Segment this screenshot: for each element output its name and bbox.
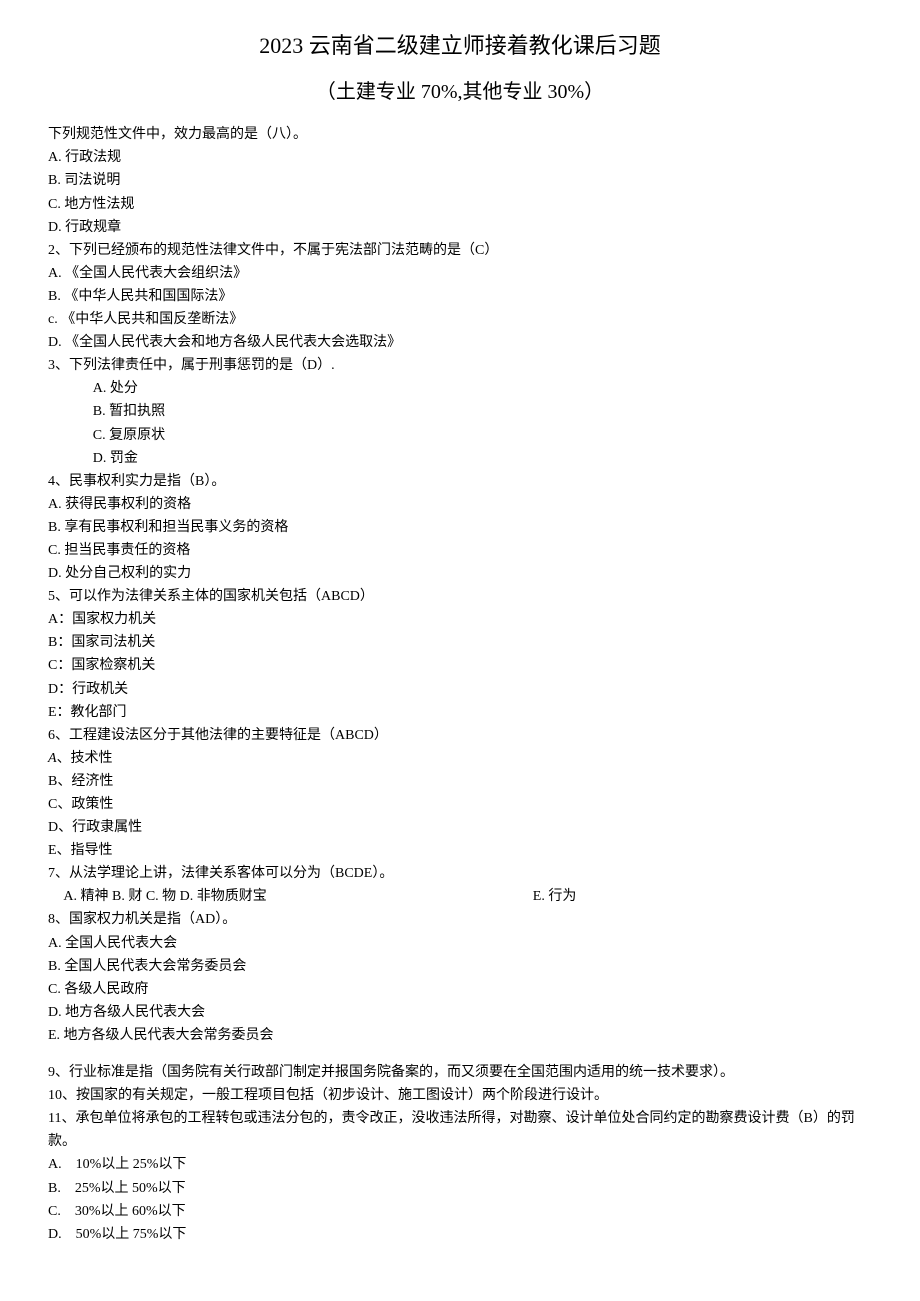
q6-option-d: D、行政隶属性 [48, 816, 872, 839]
q5-option-c: C：国家检察机关 [48, 654, 872, 677]
q7-options: A. 精神 B. 财 C. 物 D. 非物质财宝 E. 行为 [48, 885, 872, 908]
q4-option-c: C. 担当民事责任的资格 [48, 539, 872, 562]
q8-option-c: C. 各级人民政府 [48, 978, 872, 1001]
q10-stem: 10、按国家的有关规定，一般工程项目包括（初步设计、施工图设计）两个阶段进行设计… [48, 1084, 872, 1107]
q3-option-d: D. 罚金 [48, 447, 872, 470]
q4-option-b: B. 享有民事权利和担当民事义务的资格 [48, 516, 872, 539]
q2-option-d: D. 《全国人民代表大会和地方各级人民代表大会选取法》 [48, 331, 872, 354]
q2-option-a: A. 《全国人民代表大会组织法》 [48, 262, 872, 285]
q7-stem: 7、从法学理论上讲，法律关系客体可以分为（BCDE）。 [48, 862, 872, 885]
q5-option-a: A：国家权力机关 [48, 608, 872, 631]
q8-option-b: B. 全国人民代表大会常务委员会 [48, 955, 872, 978]
q1-option-d: D. 行政规章 [48, 216, 872, 239]
q4-option-d: D. 处分自己权利的实力 [48, 562, 872, 585]
q1-stem: 下列规范性文件中，效力最高的是（八）。 [48, 123, 872, 146]
q5-option-b: B：国家司法机关 [48, 631, 872, 654]
q2-stem: 2、下列已经颁布的规范性法律文件中，不属于宪法部门法范畴的是（C） [48, 239, 872, 262]
q8-option-d: D. 地方各级人民代表大会 [48, 1001, 872, 1024]
q1-option-b: B. 司法说明 [48, 169, 872, 192]
q11-option-c: C. 30%以上 60%以下 [48, 1200, 872, 1223]
q6-option-c: C、政策性 [48, 793, 872, 816]
title-sub: （土建专业 70%,其他专业 30%） [48, 76, 872, 109]
q11-option-d: D. 50%以上 75%以下 [48, 1223, 872, 1246]
q6-option-b: B、经济性 [48, 770, 872, 793]
q3-stem: 3、下列法律责任中，属于刑事惩罚的是（D）. [48, 354, 872, 377]
q8-option-a: A. 全国人民代表大会 [48, 932, 872, 955]
q7-options-right: E. 行为 [267, 885, 577, 908]
q11-option-b: B. 25%以上 50%以下 [48, 1177, 872, 1200]
q1-option-a: A. 行政法规 [48, 146, 872, 169]
q5-stem: 5、可以作为法律关系主体的国家机关包括（ABCD） [48, 585, 872, 608]
q3-option-c: C. 复原原状 [48, 424, 872, 447]
q4-stem: 4、民事权利实力是指（B）。 [48, 470, 872, 493]
q5-option-d: D：行政机关 [48, 678, 872, 701]
q11-option-a: A. 10%以上 25%以下 [48, 1153, 872, 1176]
q3-option-b: B. 暂扣执照 [48, 400, 872, 423]
document-body: 下列规范性文件中，效力最高的是（八）。 A. 行政法规 B. 司法说明 C. 地… [48, 123, 872, 1246]
q6-option-a: AA、技术性、技术性 [48, 747, 872, 770]
q1-option-c: C. 地方性法规 [48, 193, 872, 216]
q6-stem: 6、工程建设法区分于其他法律的主要特征是（ABCD） [48, 724, 872, 747]
title-main: 2023 云南省二级建立师接着教化课后习题 [48, 28, 872, 64]
q9-stem: 9、行业标准是指（国务院有关行政部门制定并报国务院备案的，而又须要在全国范围内适… [48, 1061, 872, 1084]
q11-stem: 11、承包单位将承包的工程转包或违法分包的，责令改正，没收违法所得，对勘察、设计… [48, 1107, 872, 1153]
q5-option-e: E：教化部门 [48, 701, 872, 724]
q6-option-e: E、指导性 [48, 839, 872, 862]
q8-option-e: E. 地方各级人民代表大会常务委员会 [48, 1024, 872, 1047]
q7-options-left: A. 精神 B. 财 C. 物 D. 非物质财宝 [48, 885, 267, 908]
q2-option-c: c. 《中华人民共和国反垄断法》 [48, 308, 872, 331]
q3-option-a: A. 处分 [48, 377, 872, 400]
q8-stem: 8、国家权力机关是指（AD）。 [48, 908, 872, 931]
q4-option-a: A. 获得民事权利的资格 [48, 493, 872, 516]
q2-option-b: B. 《中华人民共和国国际法》 [48, 285, 872, 308]
